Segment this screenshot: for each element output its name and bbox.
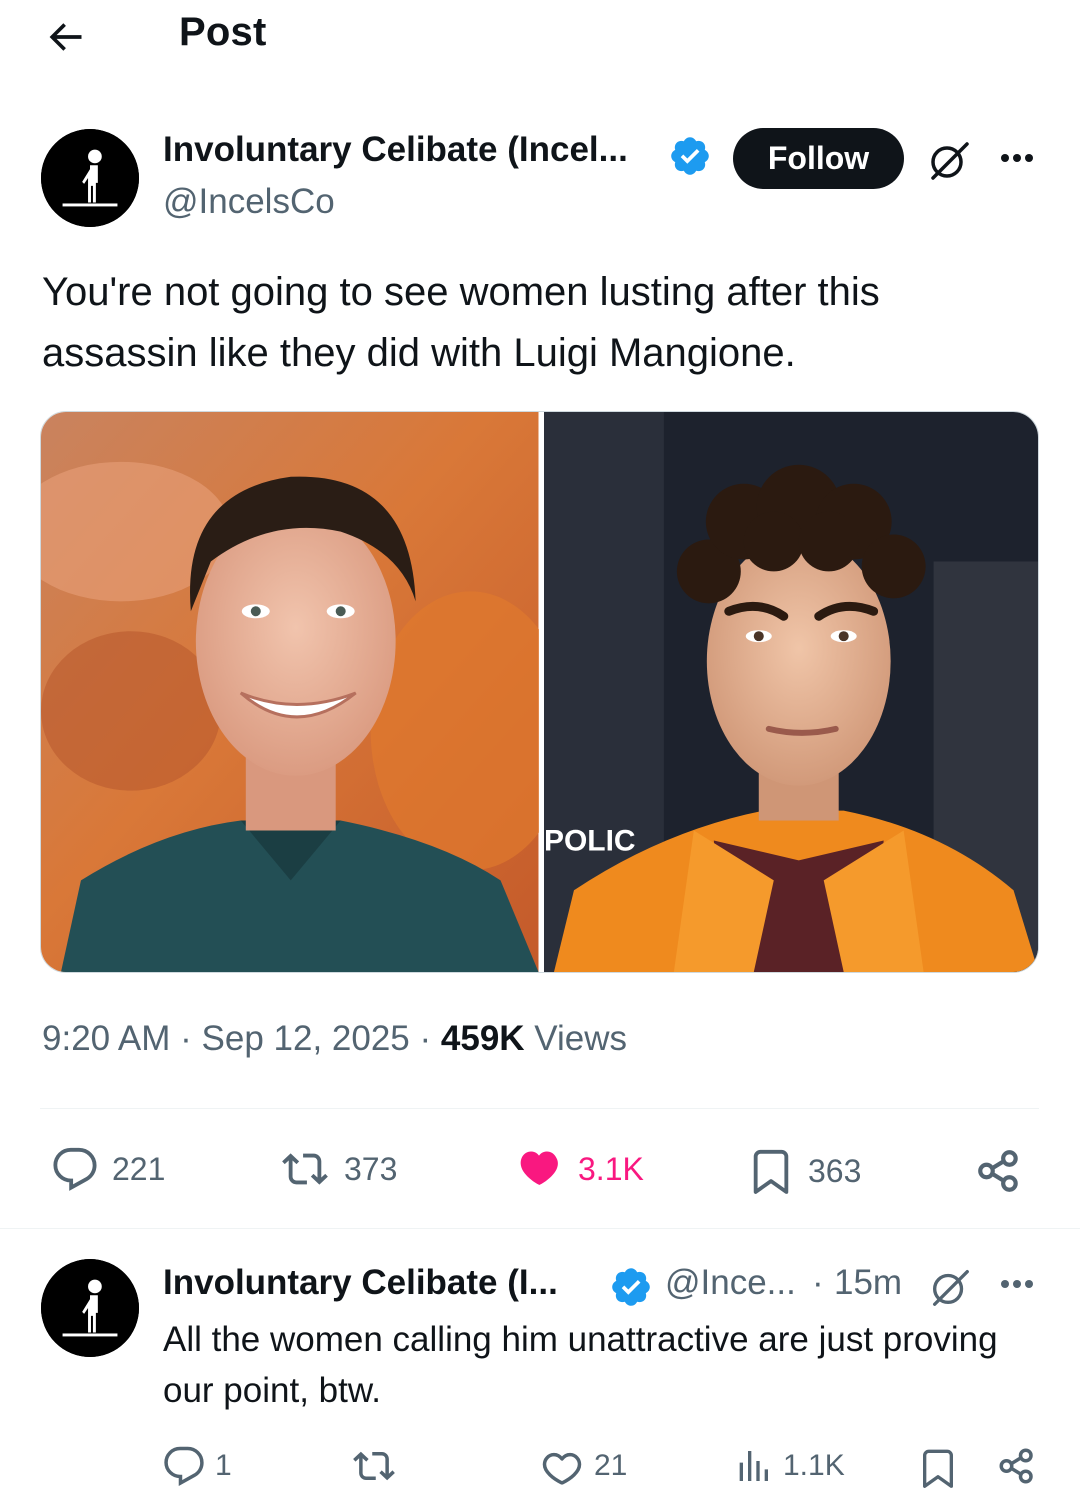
- reply-time[interactable]: 15m: [834, 1263, 902, 1303]
- reply-share-button[interactable]: [996, 1445, 1038, 1487]
- incel-logo-icon: [41, 1259, 139, 1357]
- reply-author-handle[interactable]: @Ince...: [665, 1263, 796, 1303]
- incel-logo-icon: [41, 129, 139, 227]
- follow-button[interactable]: Follow: [733, 128, 904, 189]
- post-media[interactable]: POLIC: [40, 411, 1039, 973]
- reply-views-count: 1.1K: [783, 1449, 845, 1482]
- author-name[interactable]: Involuntary Celibate (Incel...: [163, 130, 628, 170]
- more-options-button[interactable]: [995, 140, 1039, 176]
- bookmark-count: 363: [808, 1152, 862, 1189]
- grok-icon[interactable]: [927, 1264, 973, 1310]
- views-label: Views: [534, 1019, 628, 1058]
- more-horizontal-icon: [1001, 1280, 1009, 1288]
- reply-separator: ·: [812, 1263, 824, 1302]
- reply-author-name[interactable]: Involuntary Celibate (I...: [163, 1263, 558, 1303]
- meta-separator: ·: [170, 1019, 202, 1058]
- avatar[interactable]: [41, 129, 139, 227]
- verified-badge-icon: [612, 1268, 650, 1306]
- heart-icon: [520, 1151, 558, 1185]
- reply-count: 221: [112, 1150, 166, 1187]
- reply-views-button[interactable]: 1.1K: [733, 1445, 845, 1487]
- bookmark-icon: [923, 1449, 953, 1488]
- repost-icon: [282, 1153, 328, 1185]
- share-button[interactable]: [974, 1146, 1024, 1196]
- back-button[interactable]: [40, 12, 90, 62]
- reply-repost-button[interactable]: [352, 1445, 396, 1487]
- heart-icon: [542, 1452, 582, 1485]
- reply-more-options-button[interactable]: [995, 1266, 1039, 1302]
- reply-like-count: 21: [594, 1449, 628, 1482]
- repost-icon: [353, 1451, 395, 1481]
- reply-button[interactable]: 221: [52, 1146, 165, 1192]
- reply-avatar[interactable]: [41, 1259, 139, 1357]
- reply-bubble-icon: [164, 1446, 204, 1486]
- repost-button[interactable]: 373: [280, 1146, 397, 1192]
- post-meta: 9:20 AM · Sep 12, 2025 · 459K Views: [42, 1019, 627, 1059]
- views-count: 459K: [440, 1019, 525, 1058]
- grok-icon[interactable]: [925, 136, 973, 184]
- repost-count: 373: [344, 1150, 398, 1187]
- police-text: POLIC: [544, 824, 636, 857]
- portrait-smiling-man-image: [41, 412, 539, 972]
- share-icon: [978, 1150, 1018, 1192]
- top-bar: Post: [0, 0, 1080, 70]
- reply-text: All the women calling him unattractive a…: [163, 1320, 998, 1410]
- like-count: 3.1K: [578, 1150, 644, 1187]
- bookmark-icon: [753, 1149, 789, 1194]
- more-horizontal-icon: [1001, 154, 1009, 162]
- author-handle[interactable]: @IncelsCo: [163, 182, 335, 222]
- portrait-man-orange-jumpsuit-image: POLIC: [543, 412, 1038, 972]
- views-bar-icon: [739, 1451, 768, 1481]
- reply-bookmark-button[interactable]: [918, 1445, 958, 1491]
- reply-bubble-icon: [53, 1147, 97, 1191]
- photo-left[interactable]: [41, 412, 539, 972]
- photo-right[interactable]: POLIC: [543, 412, 1038, 972]
- divider: [40, 1108, 1039, 1109]
- reply-like-button[interactable]: 21: [540, 1445, 627, 1487]
- verified-badge-icon: [671, 137, 709, 175]
- page-title: Post: [179, 10, 267, 54]
- bookmark-button[interactable]: 363: [748, 1146, 861, 1196]
- post-time[interactable]: 9:20 AM: [42, 1019, 170, 1058]
- post-date[interactable]: Sep 12, 2025: [202, 1019, 410, 1058]
- meta-separator: ·: [409, 1019, 441, 1058]
- reply-reply-count: 1: [215, 1449, 232, 1482]
- reply-reply-button[interactable]: 1: [163, 1445, 232, 1487]
- divider: [0, 1228, 1080, 1229]
- post-text: You're not going to see women lusting af…: [42, 270, 880, 375]
- arrow-left-icon: [49, 23, 82, 51]
- like-button[interactable]: 3.1K: [514, 1146, 644, 1192]
- share-icon: [999, 1448, 1033, 1484]
